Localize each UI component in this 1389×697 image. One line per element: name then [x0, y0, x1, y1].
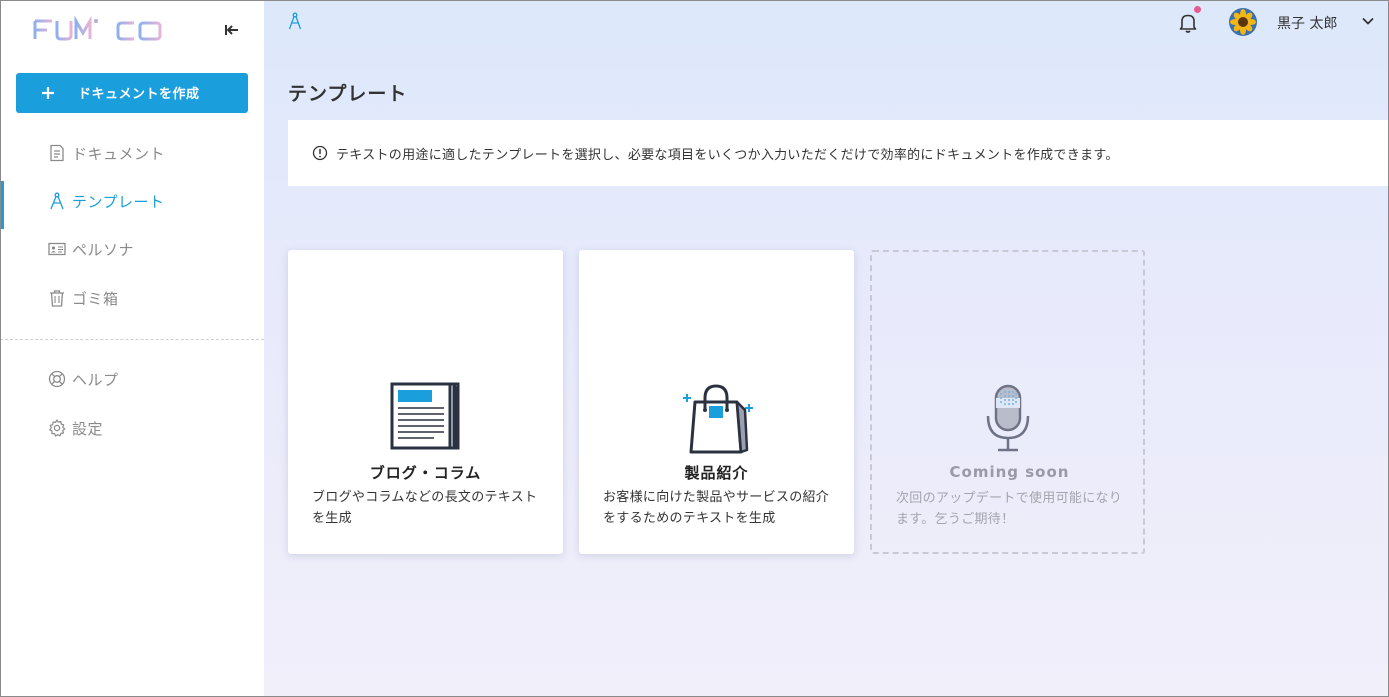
card-title: Coming soon	[949, 463, 1070, 481]
page-title: テンプレート	[288, 83, 408, 105]
plus-icon	[42, 87, 54, 99]
microphone-icon	[986, 384, 1030, 452]
notification-badge	[1194, 6, 1201, 13]
lifebuoy-icon	[48, 370, 66, 388]
document-icon	[50, 144, 64, 162]
chevron-down-icon[interactable]	[1361, 16, 1375, 26]
compass-icon	[288, 12, 302, 30]
info-icon	[312, 145, 328, 161]
create-document-label: ドキュメントを作成	[78, 87, 200, 102]
newspaper-icon	[390, 382, 460, 450]
card-description: ブログやコラムなどの長文のテキストを生成	[312, 490, 538, 526]
sidebar-item-label: ペルソナ	[72, 241, 135, 259]
card-description: お客様に向けた製品やサービスの紹介をするためのテキストを生成	[603, 490, 830, 526]
sidebar-item-label: ヘルプ	[72, 371, 119, 389]
card-description: 次回のアップデートで使用可能になります。乞うご期待！	[896, 491, 1123, 527]
sidebar-item-trash[interactable]: ゴミ箱	[0, 278, 264, 318]
info-banner: テキストの用途に適したテンプレートを選択し、必要な項目をいくつか入力いただくだけ…	[288, 120, 1389, 186]
sidebar-item-personas[interactable]: ペルソナ	[0, 229, 264, 269]
notifications-button[interactable]	[1178, 6, 1201, 34]
gear-icon	[49, 419, 66, 437]
bell-icon	[1179, 14, 1197, 33]
template-card-product[interactable]: 製品紹介 お客様に向けた製品やサービスの紹介をするためのテキストを生成	[579, 250, 854, 554]
trash-icon	[50, 290, 64, 307]
sidebar-item-label: 設定	[72, 420, 104, 438]
sidebar-item-label: テンプレート	[72, 193, 165, 211]
card-title: ブログ・コラム	[369, 464, 482, 482]
compass-icon	[50, 192, 64, 210]
sidebar-item-templates[interactable]: テンプレート	[0, 181, 264, 229]
template-card-blog[interactable]: ブログ・コラム ブログやコラムなどの長文のテキストを生成	[288, 250, 563, 554]
create-document-button[interactable]: ドキュメントを作成	[16, 73, 248, 113]
user-name[interactable]: 黒子 太郎	[1277, 13, 1337, 33]
sidebar-item-label: ゴミ箱	[72, 290, 119, 308]
card-title: 製品紹介	[684, 464, 749, 482]
collapse-sidebar-button[interactable]	[222, 20, 242, 40]
main-content: 黒子 太郎 テンプレート テキストの用途に適したテンプレートを選択し、必要な項目…	[264, 0, 1389, 697]
sidebar-item-label: ドキュメント	[72, 145, 166, 163]
sidebar-divider	[0, 339, 264, 340]
template-card-coming-soon: Coming soon 次回のアップデートで使用可能になります。乞うご期待！	[870, 250, 1145, 554]
avatar[interactable]	[1229, 8, 1257, 36]
sidebar-item-help[interactable]: ヘルプ	[0, 359, 264, 399]
sidebar: ドキュメントを作成 ドキュメント テンプレート ペルソナ ゴミ箱 ヘルプ 設定	[0, 0, 264, 697]
info-text: テキストの用途に適したテンプレートを選択し、必要な項目をいくつか入力いただくだけ…	[336, 148, 1119, 163]
collapse-left-icon	[225, 25, 238, 35]
sidebar-item-settings[interactable]: 設定	[0, 408, 264, 448]
sunflower-avatar-icon	[1229, 8, 1257, 36]
id-card-icon	[48, 242, 66, 256]
sidebar-item-documents[interactable]: ドキュメント	[0, 133, 264, 173]
shopping-bag-icon	[683, 384, 753, 454]
app-logo[interactable]	[32, 15, 164, 43]
